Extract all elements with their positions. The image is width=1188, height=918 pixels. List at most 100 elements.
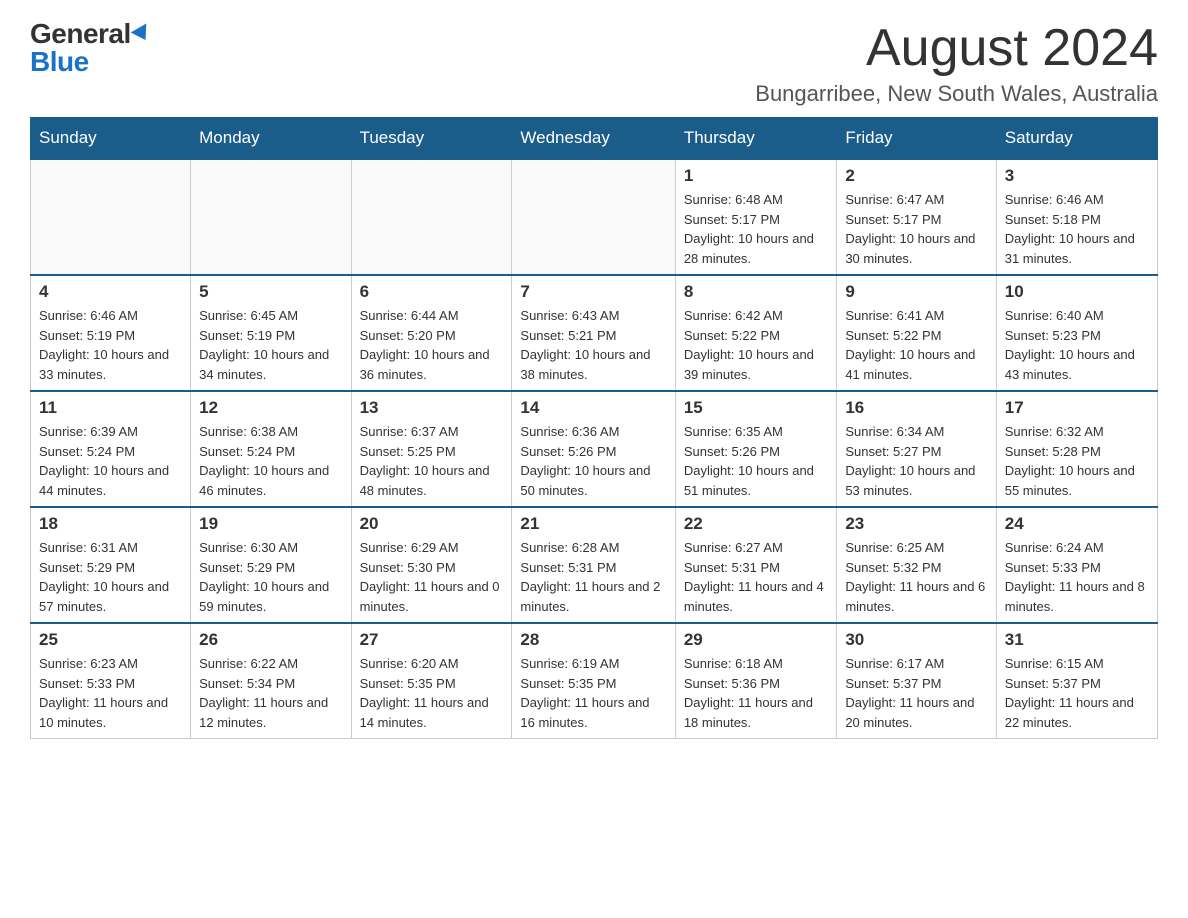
- day-info: Sunrise: 6:35 AMSunset: 5:26 PMDaylight:…: [684, 422, 829, 500]
- calendar-header-row: SundayMondayTuesdayWednesdayThursdayFrid…: [31, 118, 1158, 160]
- calendar-day-cell: 19Sunrise: 6:30 AMSunset: 5:29 PMDayligh…: [191, 507, 351, 623]
- day-info: Sunrise: 6:18 AMSunset: 5:36 PMDaylight:…: [684, 654, 829, 732]
- day-number: 30: [845, 630, 987, 650]
- day-number: 23: [845, 514, 987, 534]
- day-info: Sunrise: 6:19 AMSunset: 5:35 PMDaylight:…: [520, 654, 666, 732]
- calendar-day-cell: 17 Sunrise: 6:32 AMSunset: 5:28 PMDayligh…: [996, 391, 1157, 507]
- logo-triangle-icon: [130, 23, 153, 44]
- day-info: Sunrise: 6:47 AMSunset: 5:17 PMDaylight:…: [845, 190, 987, 268]
- day-number: 5: [199, 282, 342, 302]
- calendar-day-cell: 4 Sunrise: 6:46 AMSunset: 5:19 PMDaylight…: [31, 275, 191, 391]
- day-info: Sunrise: 6:48 AMSunset: 5:17 PMDaylight:…: [684, 190, 829, 268]
- day-of-week-header: Wednesday: [512, 118, 675, 160]
- day-info: Sunrise: 6:40 AMSunset: 5:23 PMDaylight:…: [1005, 306, 1149, 384]
- day-of-week-header: Monday: [191, 118, 351, 160]
- calendar-day-cell: [31, 159, 191, 275]
- day-info: Sunrise: 6:44 AMSunset: 5:20 PMDaylight:…: [360, 306, 504, 384]
- day-info: Sunrise: 6:37 AMSunset: 5:25 PMDaylight:…: [360, 422, 504, 500]
- calendar-week-row: 11Sunrise: 6:39 AMSunset: 5:24 PMDayligh…: [31, 391, 1158, 507]
- day-number: 9: [845, 282, 987, 302]
- day-info: Sunrise: 6:38 AMSunset: 5:24 PMDaylight:…: [199, 422, 342, 500]
- day-info: Sunrise: 6:39 AMSunset: 5:24 PMDaylight:…: [39, 422, 182, 500]
- calendar-day-cell: 1 Sunrise: 6:48 AMSunset: 5:17 PMDaylight…: [675, 159, 837, 275]
- day-of-week-header: Friday: [837, 118, 996, 160]
- day-number: 24: [1005, 514, 1149, 534]
- logo-general-text: General: [30, 20, 131, 48]
- day-number: 18: [39, 514, 182, 534]
- calendar-day-cell: 25 Sunrise: 6:23 AMSunset: 5:33 PMDayligh…: [31, 623, 191, 739]
- day-number: 1: [684, 166, 829, 186]
- day-number: 14: [520, 398, 666, 418]
- calendar-day-cell: 29Sunrise: 6:18 AMSunset: 5:36 PMDayligh…: [675, 623, 837, 739]
- day-info: Sunrise: 6:31 AMSunset: 5:29 PMDaylight:…: [39, 538, 182, 616]
- title-section: August 2024 Bungarribee, New South Wales…: [755, 20, 1158, 107]
- calendar-day-cell: 30 Sunrise: 6:17 AMSunset: 5:37 PMDayligh…: [837, 623, 996, 739]
- page-header: General Blue August 2024 Bungarribee, Ne…: [30, 20, 1158, 107]
- calendar-day-cell: 9 Sunrise: 6:41 AMSunset: 5:22 PMDaylight…: [837, 275, 996, 391]
- day-info: Sunrise: 6:45 AMSunset: 5:19 PMDaylight:…: [199, 306, 342, 384]
- day-info: Sunrise: 6:32 AMSunset: 5:28 PMDaylight:…: [1005, 422, 1149, 500]
- day-number: 15: [684, 398, 829, 418]
- day-info: Sunrise: 6:24 AMSunset: 5:33 PMDaylight:…: [1005, 538, 1149, 616]
- day-info: Sunrise: 6:30 AMSunset: 5:29 PMDaylight:…: [199, 538, 342, 616]
- calendar-day-cell: [351, 159, 512, 275]
- day-number: 28: [520, 630, 666, 650]
- calendar-day-cell: 26 Sunrise: 6:22 AMSunset: 5:34 PMDayligh…: [191, 623, 351, 739]
- day-number: 25: [39, 630, 182, 650]
- day-info: Sunrise: 6:34 AMSunset: 5:27 PMDaylight:…: [845, 422, 987, 500]
- day-info: Sunrise: 6:28 AMSunset: 5:31 PMDaylight:…: [520, 538, 666, 616]
- day-number: 8: [684, 282, 829, 302]
- calendar-day-cell: 2Sunrise: 6:47 AMSunset: 5:17 PMDaylight…: [837, 159, 996, 275]
- day-info: Sunrise: 6:15 AMSunset: 5:37 PMDaylight:…: [1005, 654, 1149, 732]
- day-info: Sunrise: 6:29 AMSunset: 5:30 PMDaylight:…: [360, 538, 504, 616]
- calendar-week-row: 18 Sunrise: 6:31 AMSunset: 5:29 PMDayligh…: [31, 507, 1158, 623]
- calendar-day-cell: 7 Sunrise: 6:43 AMSunset: 5:21 PMDaylight…: [512, 275, 675, 391]
- calendar-week-row: 4 Sunrise: 6:46 AMSunset: 5:19 PMDaylight…: [31, 275, 1158, 391]
- calendar-day-cell: 24 Sunrise: 6:24 AMSunset: 5:33 PMDayligh…: [996, 507, 1157, 623]
- day-number: 27: [360, 630, 504, 650]
- day-info: Sunrise: 6:22 AMSunset: 5:34 PMDaylight:…: [199, 654, 342, 732]
- calendar-day-cell: 21 Sunrise: 6:28 AMSunset: 5:31 PMDayligh…: [512, 507, 675, 623]
- day-info: Sunrise: 6:36 AMSunset: 5:26 PMDaylight:…: [520, 422, 666, 500]
- day-info: Sunrise: 6:41 AMSunset: 5:22 PMDaylight:…: [845, 306, 987, 384]
- calendar-day-cell: 6 Sunrise: 6:44 AMSunset: 5:20 PMDaylight…: [351, 275, 512, 391]
- day-info: Sunrise: 6:46 AMSunset: 5:19 PMDaylight:…: [39, 306, 182, 384]
- day-info: Sunrise: 6:23 AMSunset: 5:33 PMDaylight:…: [39, 654, 182, 732]
- day-number: 22: [684, 514, 829, 534]
- day-number: 16: [845, 398, 987, 418]
- day-number: 6: [360, 282, 504, 302]
- day-info: Sunrise: 6:46 AMSunset: 5:18 PMDaylight:…: [1005, 190, 1149, 268]
- calendar-table: SundayMondayTuesdayWednesdayThursdayFrid…: [30, 117, 1158, 739]
- calendar-day-cell: 10 Sunrise: 6:40 AMSunset: 5:23 PMDayligh…: [996, 275, 1157, 391]
- calendar-day-cell: 8 Sunrise: 6:42 AMSunset: 5:22 PMDaylight…: [675, 275, 837, 391]
- logo-blue-text: Blue: [30, 48, 151, 76]
- day-of-week-header: Tuesday: [351, 118, 512, 160]
- calendar-day-cell: 27 Sunrise: 6:20 AMSunset: 5:35 PMDayligh…: [351, 623, 512, 739]
- day-number: 12: [199, 398, 342, 418]
- calendar-day-cell: [512, 159, 675, 275]
- location-subtitle: Bungarribee, New South Wales, Australia: [755, 81, 1158, 107]
- day-number: 31: [1005, 630, 1149, 650]
- day-number: 10: [1005, 282, 1149, 302]
- calendar-day-cell: 12 Sunrise: 6:38 AMSunset: 5:24 PMDayligh…: [191, 391, 351, 507]
- day-number: 26: [199, 630, 342, 650]
- day-number: 7: [520, 282, 666, 302]
- calendar-day-cell: 14 Sunrise: 6:36 AMSunset: 5:26 PMDayligh…: [512, 391, 675, 507]
- day-number: 21: [520, 514, 666, 534]
- day-number: 17: [1005, 398, 1149, 418]
- day-info: Sunrise: 6:27 AMSunset: 5:31 PMDaylight:…: [684, 538, 829, 616]
- calendar-day-cell: 23Sunrise: 6:25 AMSunset: 5:32 PMDayligh…: [837, 507, 996, 623]
- day-info: Sunrise: 6:20 AMSunset: 5:35 PMDaylight:…: [360, 654, 504, 732]
- calendar-day-cell: 22 Sunrise: 6:27 AMSunset: 5:31 PMDayligh…: [675, 507, 837, 623]
- day-info: Sunrise: 6:42 AMSunset: 5:22 PMDaylight:…: [684, 306, 829, 384]
- day-number: 13: [360, 398, 504, 418]
- calendar-day-cell: 13 Sunrise: 6:37 AMSunset: 5:25 PMDayligh…: [351, 391, 512, 507]
- day-info: Sunrise: 6:17 AMSunset: 5:37 PMDaylight:…: [845, 654, 987, 732]
- calendar-day-cell: 18 Sunrise: 6:31 AMSunset: 5:29 PMDayligh…: [31, 507, 191, 623]
- day-of-week-header: Thursday: [675, 118, 837, 160]
- calendar-day-cell: 28 Sunrise: 6:19 AMSunset: 5:35 PMDayligh…: [512, 623, 675, 739]
- calendar-day-cell: 15 Sunrise: 6:35 AMSunset: 5:26 PMDayligh…: [675, 391, 837, 507]
- day-info: Sunrise: 6:43 AMSunset: 5:21 PMDaylight:…: [520, 306, 666, 384]
- calendar-day-cell: 16 Sunrise: 6:34 AMSunset: 5:27 PMDayligh…: [837, 391, 996, 507]
- day-number: 4: [39, 282, 182, 302]
